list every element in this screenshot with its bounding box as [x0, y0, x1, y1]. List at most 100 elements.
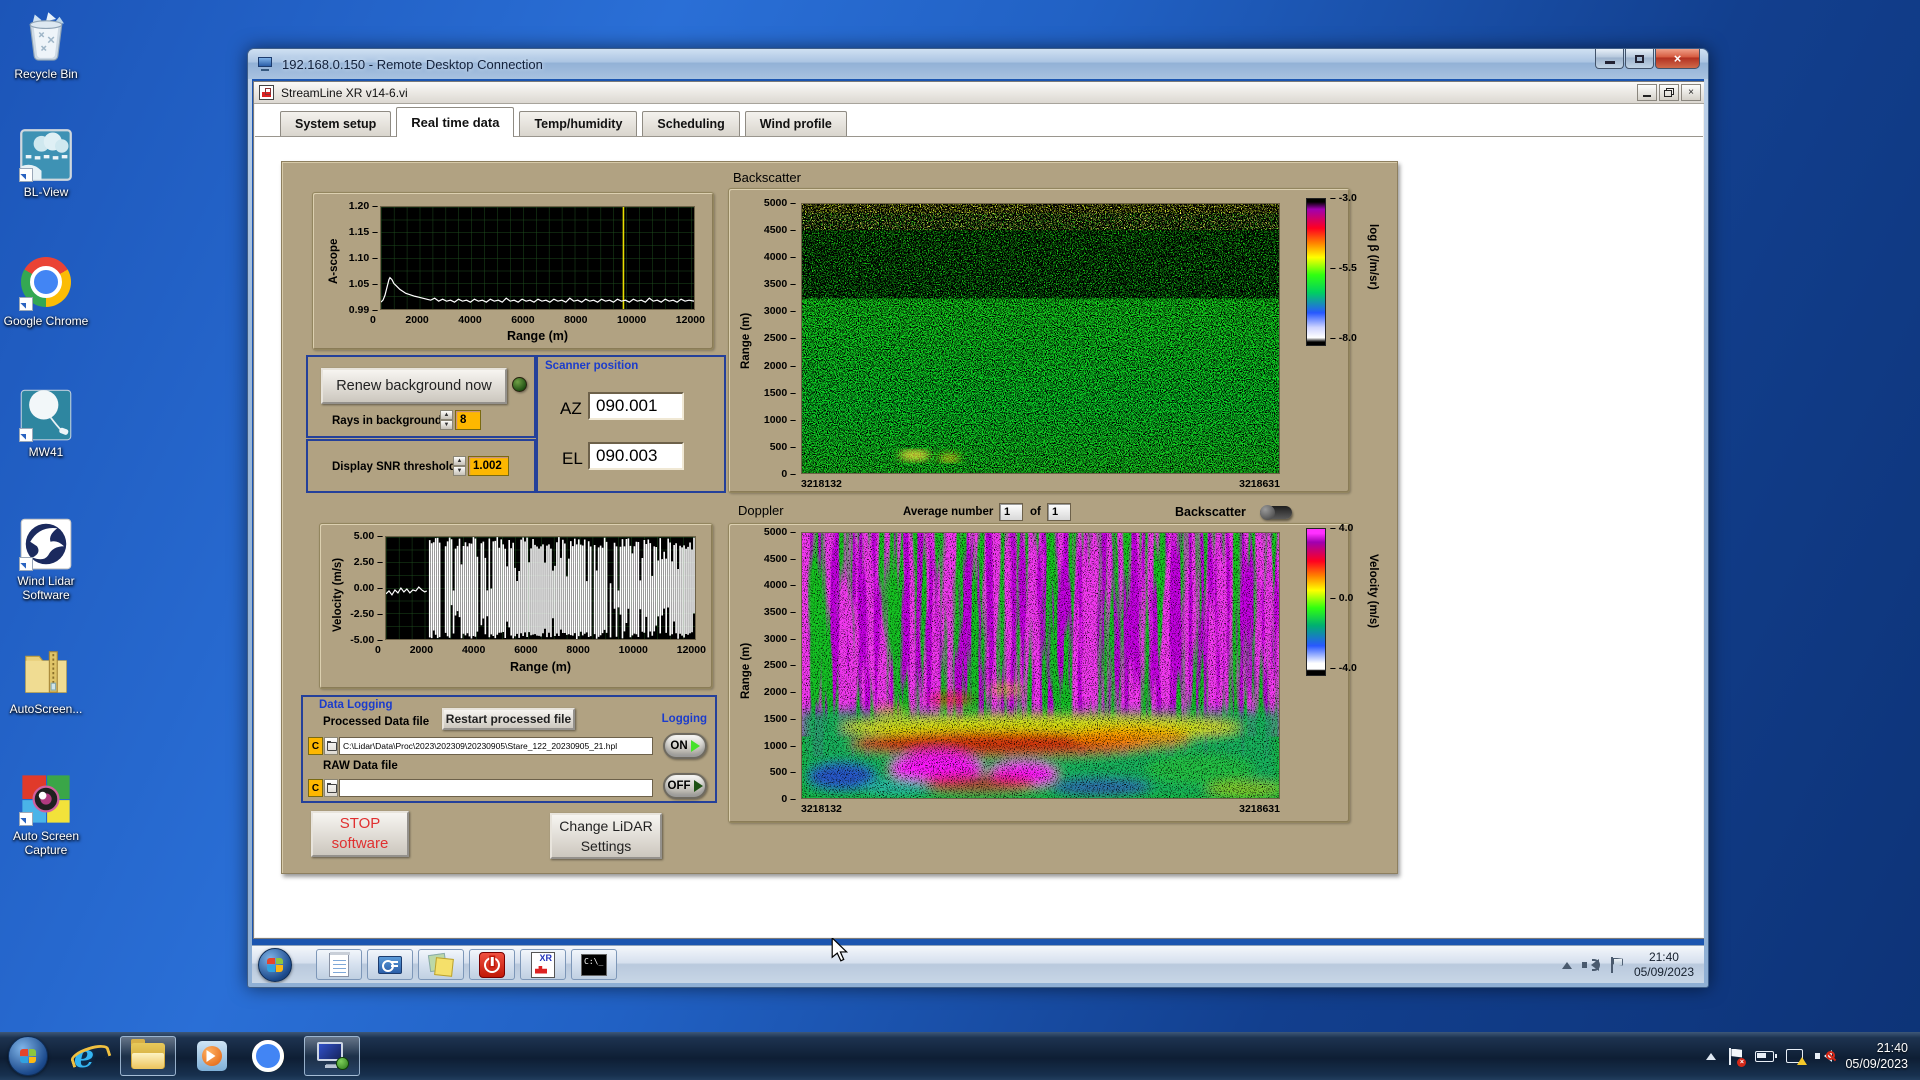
backscatter-doppler-toggle[interactable]: [1260, 505, 1292, 520]
snr-spinner[interactable]: ▲ ▼: [453, 456, 466, 476]
processed-browse-button[interactable]: [324, 737, 338, 755]
raw-logging-off-button[interactable]: OFF: [663, 773, 707, 799]
average-number-label: Average number: [903, 506, 994, 518]
snr-value-field[interactable]: 1.002: [468, 456, 509, 476]
app-restore-button[interactable]: [1659, 84, 1679, 101]
start-button[interactable]: [8, 1036, 48, 1076]
display-settings-icon: [378, 955, 402, 974]
desktop-icon-auto-screen-capture[interactable]: Auto Screen Capture: [0, 772, 92, 857]
shortcut-arrow-icon: [19, 428, 33, 442]
scanner-position-title: Scanner position: [545, 360, 639, 372]
desktop-icon-autoscreen[interactable]: AutoScreen...: [0, 645, 92, 716]
backscatter-x-ticks: 3218132 3218631: [801, 478, 1280, 490]
doppler-x-ticks: 3218132 3218631: [801, 803, 1280, 815]
desktop-icon-wind-lidar[interactable]: Wind Lidar Software: [0, 517, 92, 602]
raw-drive-selector[interactable]: C: [308, 779, 323, 797]
battery-icon[interactable]: [1755, 1050, 1778, 1062]
rdp-window: 192.168.0.150 - Remote Desktop Connectio…: [247, 48, 1709, 988]
notepad-icon: [329, 951, 350, 977]
az-label: AZ: [560, 399, 582, 418]
remote-taskbar-streamline-button[interactable]: XR: [520, 949, 566, 980]
velocity-plot: [385, 536, 696, 640]
desktop: Recycle Bin BL-View Google Chrome MW41 W…: [0, 0, 1920, 1080]
tab-wind-profile[interactable]: Wind profile: [744, 111, 847, 136]
rdp-minimize-button[interactable]: [1595, 49, 1624, 69]
doppler-colorbar: [1306, 528, 1326, 676]
backscatter-colorbar: [1306, 198, 1326, 346]
velocity-x-ticks: 0 2000 4000 6000 8000 10000 12000: [375, 644, 706, 656]
backscatter-section-title: Backscatter: [733, 170, 801, 185]
renew-background-button[interactable]: Renew background now: [321, 368, 507, 404]
remote-action-center-icon[interactable]: [1610, 956, 1624, 973]
renew-status-led: [512, 377, 527, 392]
desktop-icon-google-chrome[interactable]: Google Chrome: [0, 255, 92, 328]
network-warning-icon[interactable]: [1786, 1049, 1808, 1065]
remote-start-button[interactable]: [258, 947, 292, 982]
tab-system-setup[interactable]: System setup: [280, 111, 392, 136]
rdp-maximize-button[interactable]: [1625, 49, 1654, 69]
remote-taskbar-notepad-button[interactable]: [316, 949, 362, 980]
velocity-y-ticks: 5.002.500.00-2.50-5.00: [340, 530, 383, 646]
remote-tray-expand-icon[interactable]: [1561, 957, 1572, 969]
taskbar-media-player-button[interactable]: [192, 1036, 232, 1076]
app-body: System setup Real time data Temp/humidit…: [255, 104, 1703, 937]
doppler-colorbar-ticks: 4.00.0-4.0: [1330, 522, 1357, 674]
logging-label: Logging: [661, 713, 707, 725]
remote-system-tray: 21:40 05/09/2023: [1561, 950, 1698, 980]
shortcut-arrow-icon: [19, 297, 33, 311]
processed-drive-selector[interactable]: C: [308, 737, 323, 755]
chrome-icon: [19, 257, 73, 311]
rdp-titlebar[interactable]: 192.168.0.150 - Remote Desktop Connectio…: [248, 49, 1708, 79]
tray-expand-icon[interactable]: [1706, 1048, 1717, 1060]
restart-processed-file-button[interactable]: Restart processed file: [442, 708, 575, 730]
taskbar-explorer-button[interactable]: [120, 1036, 176, 1076]
ascope-plot: [380, 206, 695, 310]
processed-path-field[interactable]: C:\Lidar\Data\Proc\2023\202309\20230905\…: [339, 737, 653, 755]
app-minimize-button[interactable]: [1637, 84, 1657, 101]
desktop-icon-recycle-bin[interactable]: Recycle Bin: [0, 10, 92, 81]
remote-taskbar-cmd-button[interactable]: C:\_: [571, 949, 617, 980]
rdp-close-button[interactable]: ×: [1655, 49, 1700, 69]
app-close-button[interactable]: ×: [1681, 84, 1701, 101]
rays-value-field[interactable]: 8: [455, 410, 481, 430]
action-center-icon[interactable]: ×: [1728, 1047, 1747, 1067]
stop-software-button[interactable]: STOP software: [311, 811, 409, 857]
taskbar-internet-explorer-button[interactable]: e: [64, 1036, 104, 1076]
tab-temp-humidity[interactable]: Temp/humidity: [519, 111, 638, 136]
of-label: of: [1030, 506, 1041, 518]
desktop-icon-label: Recycle Bin: [14, 67, 78, 81]
remote-taskbar-sticky-notes-button[interactable]: [418, 949, 464, 980]
app-window: StreamLine XR v14-6.vi × System setup Re…: [253, 81, 1704, 939]
host-system-tray: × 21:40 05/09/2023: [1706, 1040, 1920, 1072]
volume-muted-icon[interactable]: [1815, 1048, 1836, 1064]
average-number-field[interactable]: 1: [999, 503, 1023, 521]
bl-view-icon: [19, 128, 73, 182]
raw-path-field[interactable]: [339, 779, 653, 797]
host-taskbar: e × 21:40 05/09/2023: [0, 1032, 1920, 1080]
raw-browse-button[interactable]: [324, 779, 338, 797]
tab-scheduling[interactable]: Scheduling: [642, 111, 740, 136]
desktop-icon-mw41[interactable]: MW41: [0, 388, 92, 459]
ascope-x-ticks: 0 2000 4000 6000 8000 10000 12000: [370, 314, 705, 326]
shortcut-arrow-icon: [19, 812, 33, 826]
desktop-icon-label: Auto Screen Capture: [12, 829, 80, 857]
change-lidar-settings-button[interactable]: Change LiDAR Settings: [550, 813, 662, 859]
desktop-icon-label: Wind Lidar Software: [17, 574, 75, 602]
taskbar-chrome-button[interactable]: [248, 1036, 288, 1076]
tab-real-time-data[interactable]: Real time data: [396, 107, 515, 137]
average-total-field[interactable]: 1: [1047, 503, 1071, 521]
desktop-icon-bl-view[interactable]: BL-View: [0, 128, 92, 199]
remote-clock[interactable]: 21:40 05/09/2023: [1634, 950, 1694, 980]
host-clock[interactable]: 21:40 05/09/2023: [1845, 1040, 1908, 1072]
app-titlebar[interactable]: StreamLine XR v14-6.vi ×: [254, 82, 1704, 104]
background-controls-box: Renew background now Rays in background …: [306, 355, 536, 438]
on-lamp-icon: [690, 740, 700, 752]
remote-taskbar-stop-button[interactable]: [469, 949, 515, 980]
processed-logging-on-button[interactable]: ON: [663, 733, 707, 759]
remote-taskbar-settings-button[interactable]: [367, 949, 413, 980]
taskbar-remote-desktop-button[interactable]: [304, 1036, 360, 1076]
backscatter-y-ticks: 5000450040003500300025002000150010005000: [750, 197, 796, 480]
remote-volume-icon[interactable]: [1581, 957, 1600, 973]
rdp-window-title: 192.168.0.150 - Remote Desktop Connectio…: [282, 56, 543, 72]
rays-spinner[interactable]: ▲ ▼: [440, 410, 453, 430]
